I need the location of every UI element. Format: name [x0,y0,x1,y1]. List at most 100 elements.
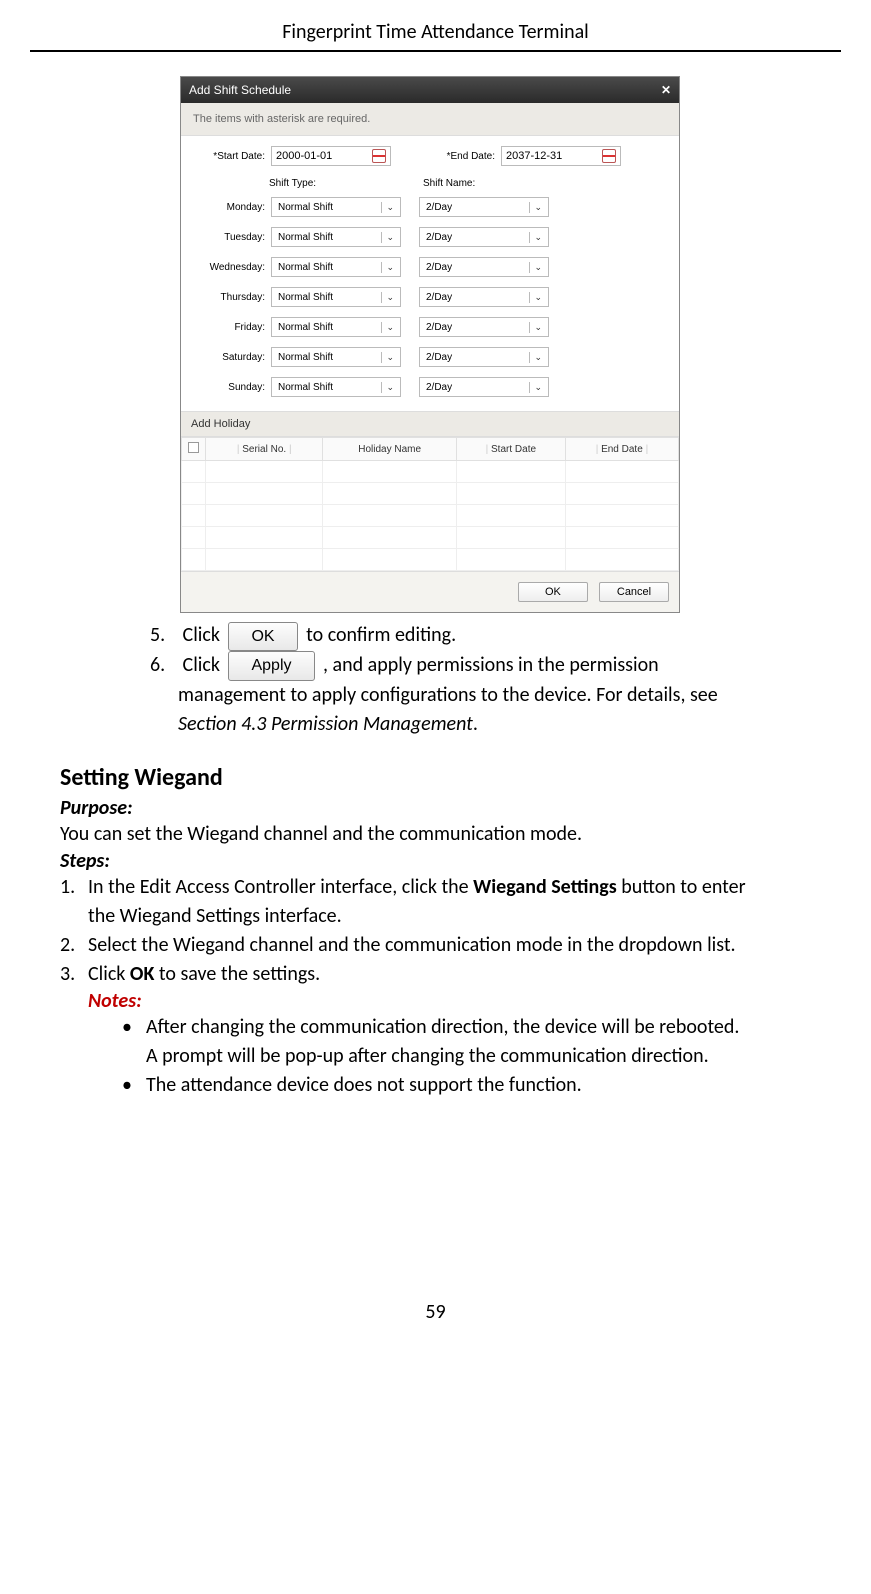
purpose-text: You can set the Wiegand channel and the … [60,820,841,849]
notes-label: Notes: [88,989,841,1013]
day-label: Sunday: [195,382,265,393]
day-label: Wednesday: [195,262,265,273]
shift-type-select[interactable]: Normal Shift⌄ [271,377,401,397]
chevron-down-icon: ⌄ [529,232,542,243]
note-text: A prompt will be pop-up after changing t… [146,1044,709,1068]
holiday-table: | Serial No. | Holiday Name | Start Date… [181,437,679,571]
shift-type-select[interactable]: Normal Shift⌄ [271,347,401,367]
day-row-friday: Friday: Normal Shift⌄ 2/Day⌄ [195,317,665,337]
step-text: . [473,712,478,736]
chevron-down-icon: ⌄ [529,352,542,363]
day-label: Thursday: [195,292,265,303]
step-text: In the Edit Access Controller interface,… [88,873,746,902]
dialog-titlebar: Add Shift Schedule ✕ [181,77,679,103]
note-text: The attendance device does not support t… [146,1071,582,1100]
day-row-tuesday: Tuesday: Normal Shift⌄ 2/Day⌄ [195,227,665,247]
step-number: 2. [60,931,88,960]
step-text: Select the Wiegand channel and the commu… [88,931,736,960]
note-1: • After changing the communication direc… [122,1013,841,1071]
ok-button-inline[interactable]: OK [228,622,297,651]
day-row-saturday: Saturday: Normal Shift⌄ 2/Day⌄ [195,347,665,367]
day-row-wednesday: Wednesday: Normal Shift⌄ 2/Day⌄ [195,257,665,277]
step-text: , and apply permissions in the permissio… [323,653,659,677]
table-row [182,527,679,549]
shift-type-select[interactable]: Normal Shift⌄ [271,317,401,337]
step-text: to confirm editing. [306,623,456,647]
step-text: the Wiegand Settings interface. [88,902,342,931]
step-text: Click [183,653,220,677]
shift-name-select[interactable]: 2/Day⌄ [419,227,549,247]
shift-name-select[interactable]: 2/Day⌄ [419,287,549,307]
start-date-label: *Start Date: [195,151,265,162]
day-label: Friday: [195,322,265,333]
calendar-icon[interactable] [372,149,386,163]
day-label: Saturday: [195,352,265,363]
section-ref: Section 4.3 Permission Management [178,712,473,736]
shift-type-header: Shift Type: [265,178,395,189]
col-end-date: | End Date | [565,438,678,461]
chevron-down-icon: ⌄ [381,352,394,363]
add-holiday-section-header: Add Holiday [181,411,679,437]
shift-name-select[interactable]: 2/Day⌄ [419,317,549,337]
chevron-down-icon: ⌄ [381,382,394,393]
shift-type-select[interactable]: Normal Shift⌄ [271,257,401,277]
chevron-down-icon: ⌄ [381,292,394,303]
shift-name-select[interactable]: 2/Day⌄ [419,377,549,397]
step-text: Click OK to save the settings. [88,960,320,989]
end-date-value: 2037-12-31 [506,150,562,162]
table-row [182,505,679,527]
close-icon[interactable]: ✕ [661,83,671,97]
wiegand-step-1: 1. In the Edit Access Controller interfa… [60,873,841,902]
col-serial-no: | Serial No. | [206,438,323,461]
shift-name-select[interactable]: 2/Day⌄ [419,347,549,367]
apply-button-inline[interactable]: Apply [228,651,314,680]
end-date-input[interactable]: 2037-12-31 [501,146,621,166]
shift-name-header: Shift Name: [413,178,543,189]
ok-button[interactable]: OK [518,582,588,602]
step-6-cont2: Section 4.3 Permission Management. [178,710,841,739]
chevron-down-icon: ⌄ [529,202,542,213]
dialog-info-banner: The items with asterisk are required. [181,103,679,136]
add-shift-schedule-dialog: Add Shift Schedule ✕ The items with aste… [180,76,680,613]
step-number: 5. [150,621,178,650]
day-row-thursday: Thursday: Normal Shift⌄ 2/Day⌄ [195,287,665,307]
wiegand-step-3: 3. Click OK to save the settings. [60,960,841,989]
step-5: 5. Click OK to confirm editing. [150,621,841,651]
day-row-monday: Monday: Normal Shift⌄ 2/Day⌄ [195,197,665,217]
shift-name-select[interactable]: 2/Day⌄ [419,197,549,217]
dialog-title: Add Shift Schedule [189,83,291,97]
chevron-down-icon: ⌄ [381,262,394,273]
page-header: Fingerprint Time Attendance Terminal [30,20,841,52]
table-row [182,483,679,505]
wiegand-step-2: 2. Select the Wiegand channel and the co… [60,931,841,960]
wiegand-settings-bold: Wiegand Settings [473,875,617,899]
note-2: • The attendance device does not support… [122,1071,841,1100]
day-label: Monday: [195,202,265,213]
dialog-body: *Start Date: 2000-01-01 *End Date: 2037-… [181,136,679,411]
step-number: 1. [60,873,88,902]
step-6-cont: management to apply configurations to th… [178,681,841,710]
day-row-sunday: Sunday: Normal Shift⌄ 2/Day⌄ [195,377,665,397]
shift-type-select[interactable]: Normal Shift⌄ [271,197,401,217]
dialog-footer: OK Cancel [181,571,679,612]
step-6: 6. Click Apply , and apply permissions i… [150,651,841,681]
chevron-down-icon: ⌄ [381,322,394,333]
setting-wiegand-heading: Setting Wiegand [60,763,841,792]
chevron-down-icon: ⌄ [529,262,542,273]
shift-type-select[interactable]: Normal Shift⌄ [271,227,401,247]
cancel-button[interactable]: Cancel [599,582,669,602]
step-number: 6. [150,651,178,680]
table-row [182,461,679,483]
chevron-down-icon: ⌄ [381,202,394,213]
select-all-checkbox[interactable] [188,442,199,453]
chevron-down-icon: ⌄ [381,232,394,243]
day-label: Tuesday: [195,232,265,243]
start-date-input[interactable]: 2000-01-01 [271,146,391,166]
calendar-icon[interactable] [602,149,616,163]
steps-label: Steps: [60,849,841,873]
chevron-down-icon: ⌄ [529,382,542,393]
shift-name-select[interactable]: 2/Day⌄ [419,257,549,277]
shift-type-select[interactable]: Normal Shift⌄ [271,287,401,307]
col-start-date: | Start Date [456,438,565,461]
bullet-icon: • [122,1013,146,1071]
